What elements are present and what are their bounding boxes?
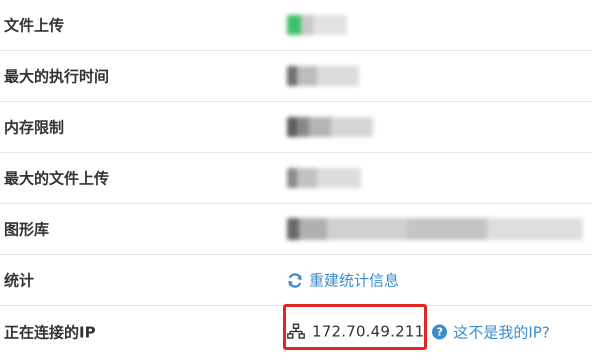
redacted-value [287, 15, 347, 35]
value-file-upload [287, 15, 347, 35]
value-memory-limit [287, 117, 373, 137]
redacted-value [287, 117, 373, 137]
redacted-value [287, 168, 361, 188]
refresh-icon [288, 272, 302, 288]
row-max-upload: 最大的文件上传 [0, 153, 592, 204]
value-statistics: 重建统计信息 [287, 270, 399, 291]
label-graphics-library: 图形库 [4, 220, 50, 239]
redacted-value [287, 218, 583, 240]
question-circle-icon[interactable]: ? [432, 324, 448, 339]
row-file-upload: 文件上传 [0, 0, 592, 51]
ip-highlight-box [283, 304, 427, 350]
value-max-upload [287, 168, 361, 188]
value-graphics-library [287, 218, 583, 240]
label-max-upload: 最大的文件上传 [4, 169, 110, 188]
row-graphics-library: 图形库 [0, 204, 592, 255]
rebuild-statistics-label: 重建统计信息 [309, 271, 400, 290]
rebuild-statistics-link[interactable]: 重建统计信息 [287, 270, 399, 291]
value-max-execution-time [287, 66, 359, 86]
row-max-execution-time: 最大的执行时间 [0, 51, 592, 102]
row-memory-limit: 内存限制 [0, 102, 592, 153]
label-file-upload: 文件上传 [4, 16, 65, 35]
label-connecting-ip: 正在连接的IP [4, 323, 96, 341]
label-memory-limit: 内存限制 [4, 118, 65, 137]
label-max-execution-time: 最大的执行时间 [4, 67, 110, 86]
label-statistics: 统计 [4, 271, 35, 290]
row-statistics: 统计 重建统计信息 [0, 255, 592, 306]
redacted-value [287, 66, 359, 86]
not-my-ip-link[interactable]: 这不是我的IP? [453, 321, 549, 342]
